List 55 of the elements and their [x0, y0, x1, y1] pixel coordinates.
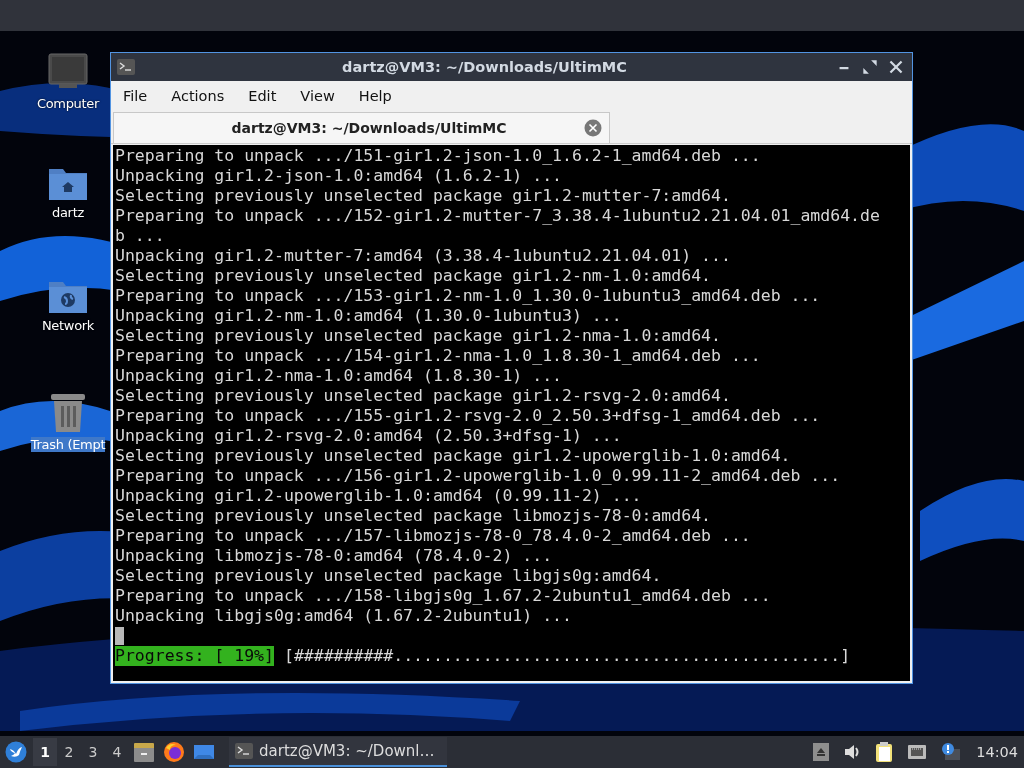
terminal-line: Selecting previously unselected package gir1.2-upowerglib-1.0:amd64.: [115, 446, 791, 466]
desktop-icon-label[interactable]: Computer: [36, 96, 100, 111]
terminal-line: Unpacking gir1.2-nm-1.0:amd64 (1.30.0-1ubuntu3) ...: [115, 306, 622, 326]
terminal-icon: [117, 59, 135, 75]
workspace-button[interactable]: 3: [81, 738, 105, 766]
terminal-line: Unpacking libmozjs-78-0:amd64 (78.4.0-2) ...: [115, 546, 553, 566]
clipboard-icon[interactable]: [875, 741, 894, 763]
terminal-line: Preparing to unpack .../156-gir1.2-upowerglib-1.0_0.99.11-2_amd64.deb ...: [115, 466, 841, 486]
clock[interactable]: 14:04: [976, 744, 1018, 760]
taskbar-task-button[interactable]: dartz@VM3: ~/Downl…: [229, 737, 447, 767]
menu-item[interactable]: View: [292, 87, 343, 104]
terminal-line: Selecting previously unselected package gir1.2-nm-1.0:amd64.: [115, 266, 712, 286]
terminal-line: Preparing to unpack .../158-libgjs0g_1.67.2-2ubuntu1_amd64.deb ...: [115, 586, 771, 606]
maximize-button[interactable]: [860, 57, 880, 77]
menu-item[interactable]: Actions: [163, 87, 233, 104]
window-title: dartz@VM3: ~/Downloads/UltimMC: [341, 59, 628, 75]
workspace-button[interactable]: 1: [33, 738, 57, 766]
file-cabinet-icon[interactable]: [133, 741, 155, 763]
workspace-button[interactable]: 2: [57, 738, 81, 766]
desktop-icon-label[interactable]: Network: [41, 318, 95, 333]
terminal-line: Selecting previously unselected package gir1.2-nma-1.0:amd64.: [115, 326, 721, 346]
terminal-tab[interactable]: dartz@VM3: ~/Downloads/UltimMC: [113, 112, 610, 143]
menu-item[interactable]: File: [115, 87, 156, 104]
fox-globe-icon[interactable]: [163, 741, 185, 763]
terminal-line: b ...: [115, 226, 165, 246]
terminal-line: Unpacking gir1.2-mutter-7:amd64 (3.38.4-1ubuntu2.21.04.01) ...: [115, 246, 731, 266]
terminal-line: Selecting previously unselected package libgjs0g:amd64.: [115, 566, 662, 586]
progress-bar-text: [##########.............................................]: [283, 646, 851, 666]
terminal-icon: [235, 743, 253, 759]
terminal-line: Preparing to unpack .../157-libmozjs-78-0_78.4.0-2_amd64.deb ...: [115, 526, 751, 546]
workspace-button[interactable]: 4: [105, 738, 129, 766]
terminal-line: Unpacking gir1.2-rsvg-2.0:amd64 (2.50.3+dfsg-1) ...: [115, 426, 622, 446]
terminal-line: Preparing to unpack .../153-gir1.2-nm-1.0_1.30.0-1ubuntu3_amd64.deb ...: [115, 286, 821, 306]
terminal-line: Selecting previously unselected package libmozjs-78-0:amd64.: [115, 506, 712, 526]
eject-icon[interactable]: [813, 743, 830, 761]
menu-item[interactable]: Edit: [240, 87, 285, 104]
terminal-line: Unpacking gir1.2-json-1.0:amd64 (1.6.2-1) ...: [115, 166, 563, 186]
progress-label: Progress: [ 19%]: [115, 646, 274, 666]
terminal-line: Preparing to unpack .../151-gir1.2-json-1.0_1.6.2-1_amd64.deb ...: [115, 146, 761, 166]
menu-item[interactable]: Help: [350, 87, 400, 104]
terminal-line: Selecting previously unselected package gir1.2-mutter-7:amd64.: [115, 186, 731, 206]
terminal-line: Unpacking libgjs0g:amd64 (1.67.2-2ubuntu1) ...: [115, 606, 572, 626]
close-tab-icon[interactable]: [584, 119, 602, 137]
terminal-line: Preparing to unpack .../154-gir1.2-nma-1.0_1.8.30-1_amd64.deb ...: [115, 346, 761, 366]
start-menu-button[interactable]: [5, 741, 27, 763]
terminal-line: Selecting previously unselected package gir1.2-rsvg-2.0:amd64.: [115, 386, 731, 406]
terminal-line: Preparing to unpack .../152-gir1.2-mutter-7_3.38.4-1ubuntu2.21.04.01_amd64.de: [115, 206, 880, 226]
network-port-icon[interactable]: [907, 744, 928, 760]
terminal-cursor: [115, 627, 124, 645]
terminal-line: Unpacking gir1.2-upowerglib-1.0:amd64 (0.99.11-2) ...: [115, 486, 642, 506]
notification-icon[interactable]: [941, 743, 962, 761]
desktop-icon-label[interactable]: dartz: [52, 205, 84, 220]
terminal-line: Unpacking gir1.2-nma-1.0:amd64 (1.8.30-1) ...: [115, 366, 563, 386]
trash-icon: [50, 391, 86, 433]
terminal-line: Preparing to unpack .../155-gir1.2-rsvg-2.0_2.50.3+dfsg-1_amd64.deb ...: [115, 406, 821, 426]
